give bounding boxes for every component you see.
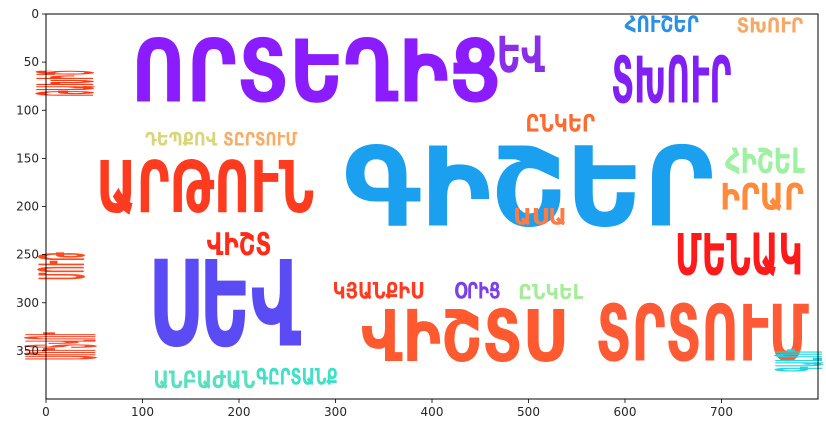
word-1: ԵՎ xyxy=(497,25,545,84)
word-0: ՈՐՏԵՂԻՑ xyxy=(131,21,502,122)
x-tick-label-0: 0 xyxy=(42,405,50,419)
word-2: ՏԽՈՒՐ xyxy=(611,44,731,118)
word-12: ԻՐԱՐ xyxy=(720,175,803,218)
y-tick-label-4: 200 xyxy=(16,200,39,214)
x-tick-label-6: 600 xyxy=(614,405,637,419)
word-3: ՀՈՒՇԵՐ xyxy=(625,13,699,38)
word-26: ԳԱԼՈՒ xyxy=(763,349,826,371)
x-tick-label-2: 200 xyxy=(228,405,251,419)
word-25: ԳԸՐՏԱՆՔ xyxy=(256,365,338,390)
y-tick-label-6: 300 xyxy=(16,296,39,310)
y-tick-label-0: 0 xyxy=(31,7,39,21)
word-4: ՏԽՈՒՐ xyxy=(736,14,803,38)
x-tick-label-3: 300 xyxy=(324,405,347,419)
word-21: ՎԻՇՏՍ xyxy=(361,295,565,378)
y-tick-label-2: 100 xyxy=(16,103,39,117)
word-16: ՍԵՎ xyxy=(148,237,301,375)
word-10: ԳԻՇԵՐ xyxy=(343,123,714,251)
x-tick-label-1: 100 xyxy=(131,405,154,419)
word-5: ԹԱԽԻԾ xyxy=(22,70,112,96)
y-tick-label-5: 250 xyxy=(16,248,39,262)
y-tick-label-1: 50 xyxy=(24,55,39,69)
y-tick-label-3: 150 xyxy=(16,151,39,165)
word-11: ԱՐԹՈՒՆ xyxy=(96,146,314,229)
word-13: ԱՍԱ xyxy=(513,206,567,231)
x-tick-label-5: 500 xyxy=(517,405,540,419)
y-tick-label-7: 350 xyxy=(16,344,39,358)
word-14: ՄԵՆԱԿ xyxy=(675,223,803,289)
wordcloud-figure: ՈՐՏԵՂԻՑԵՎՏԽՈՒՐՀՈՒՇԵՐՏԽՈՒՐԹԱԽԻԾԸՆԿԵՐԴԵՊՔՈ… xyxy=(0,0,826,433)
word-24: ԱՆԲԱԺԱՆ xyxy=(153,366,255,394)
x-tick-label-7: 700 xyxy=(710,405,733,419)
x-tick-label-4: 400 xyxy=(421,405,444,419)
